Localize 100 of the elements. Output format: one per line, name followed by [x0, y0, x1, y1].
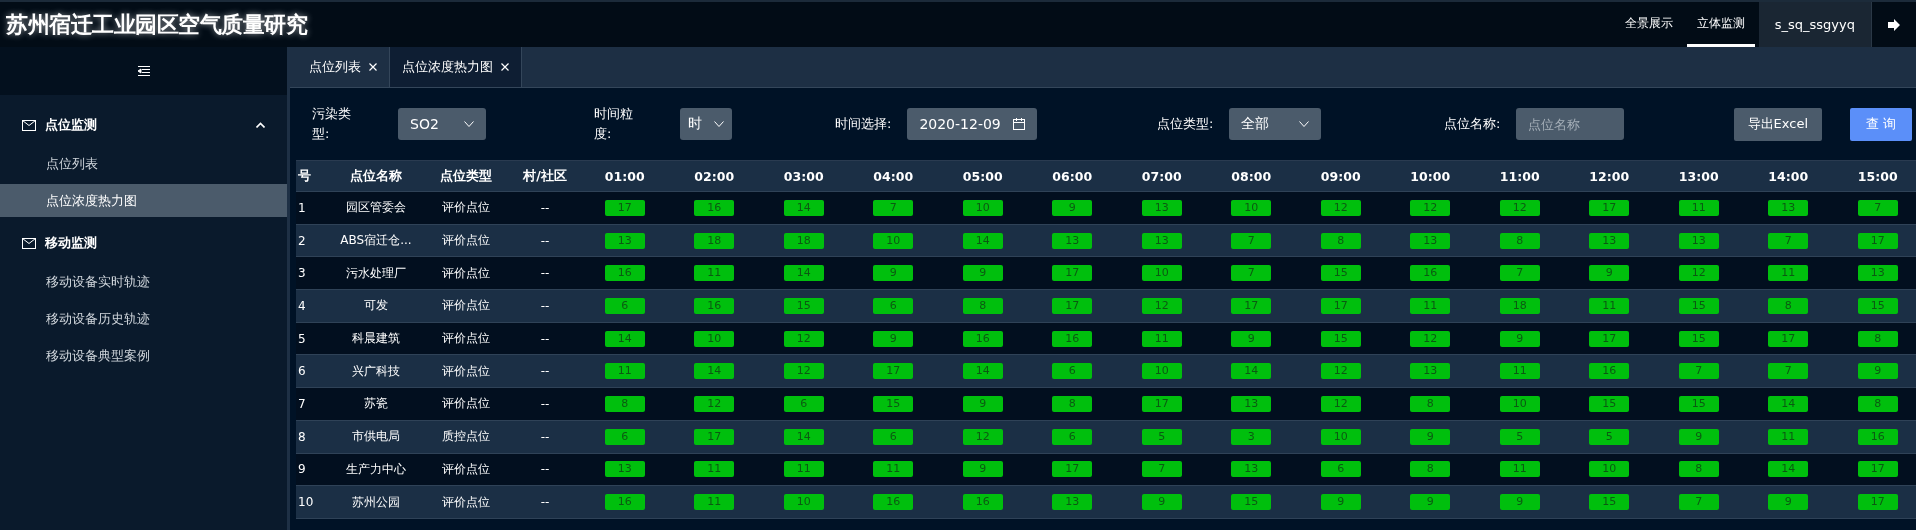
menu-group[interactable]: 点位监测 — [0, 103, 287, 147]
value-badge: 14 — [783, 428, 824, 445]
value-badge: 7 — [1231, 265, 1272, 282]
value-badge: 15 — [1678, 297, 1719, 314]
value-badge: 6 — [604, 297, 645, 314]
mail-icon — [22, 119, 36, 131]
value-badge: 13 — [1231, 395, 1272, 412]
value-badge: 15 — [1320, 330, 1361, 347]
value-badge: 12 — [962, 428, 1003, 445]
user-name[interactable]: s_sq_ssgyyq — [1758, 2, 1871, 47]
value-badge: 14 — [1231, 363, 1272, 380]
value-badge: 15 — [1320, 265, 1361, 282]
value-badge: 11 — [694, 461, 735, 478]
value-badge: 16 — [962, 494, 1003, 511]
value-badge: 17 — [1857, 494, 1898, 511]
dropdown[interactable]: 全部 — [1229, 108, 1322, 140]
value-badge: 14 — [1768, 461, 1809, 478]
value-badge: 9 — [1410, 428, 1451, 445]
value-badge: 9 — [1499, 494, 1540, 511]
table-cell-text: 评价点位 — [441, 493, 491, 511]
value-badge: 17 — [1141, 395, 1182, 412]
column-header: 点位类型 — [439, 167, 493, 185]
value-badge: 6 — [783, 395, 824, 412]
value-badge: 13 — [1768, 199, 1809, 216]
export-button[interactable]: 导出Excel — [1733, 107, 1822, 141]
value-badge: 16 — [604, 265, 645, 282]
column-header: 06:00 — [1051, 168, 1094, 184]
value-badge: 6 — [1052, 363, 1093, 380]
value-badge: 18 — [694, 232, 735, 249]
menu-group[interactable]: 移动监测 — [0, 221, 287, 265]
value-badge: 9 — [962, 395, 1003, 412]
table-cell-text: -- — [539, 495, 551, 510]
value-badge: 13 — [1141, 232, 1182, 249]
menu-item[interactable]: 点位浓度热力图 — [0, 184, 287, 217]
value-badge: 15 — [1231, 494, 1272, 511]
value-badge: 17 — [873, 363, 914, 380]
value-badge: 16 — [694, 199, 735, 216]
value-badge: 12 — [1678, 265, 1719, 282]
menu-item[interactable]: 移动设备实时轨迹 — [0, 265, 287, 298]
value-badge: 16 — [1589, 363, 1630, 380]
value-badge: 5 — [1589, 428, 1630, 445]
value-badge: 13 — [1052, 494, 1093, 511]
value-badge: 14 — [783, 265, 824, 282]
value-badge: 17 — [1857, 461, 1898, 478]
table-cell-text: -- — [539, 364, 551, 379]
field-label: 时间粒度: — [594, 105, 634, 143]
value-badge: 10 — [1141, 363, 1182, 380]
value-badge: 11 — [1768, 265, 1809, 282]
value-badge: 13 — [1410, 363, 1451, 380]
table-cell-text: 生产力中心 — [345, 460, 407, 478]
table-cell-text: 7 — [297, 396, 307, 411]
date-picker[interactable]: 2020-12-09 — [907, 108, 1038, 140]
dropdown[interactable]: SO2 — [398, 108, 486, 140]
column-header: 10:00 — [1409, 168, 1452, 184]
column-header: 04:00 — [872, 168, 915, 184]
nav-link[interactable]: 全景展示 — [1614, 2, 1683, 47]
column-header: 01:00 — [603, 168, 646, 184]
value-badge: 6 — [1320, 461, 1361, 478]
value-badge: 11 — [604, 363, 645, 380]
value-badge: 11 — [1499, 363, 1540, 380]
value-badge: 7 — [873, 199, 914, 216]
menu-item[interactable]: 点位列表 — [0, 147, 287, 180]
value-badge: 8 — [1499, 232, 1540, 249]
value-badge: 13 — [1052, 232, 1093, 249]
value-badge: 8 — [1320, 232, 1361, 249]
value-badge: 18 — [783, 232, 824, 249]
tab[interactable]: 点位浓度热力图 — [390, 47, 522, 87]
value-badge: 11 — [1410, 297, 1451, 314]
value-badge: 9 — [1678, 428, 1719, 445]
value-badge: 13 — [1141, 199, 1182, 216]
mail-icon — [22, 237, 36, 249]
value-badge: 10 — [694, 330, 735, 347]
column-header: 12:00 — [1588, 168, 1631, 184]
value-badge: 14 — [783, 199, 824, 216]
calendar-icon — [1013, 118, 1026, 130]
value-badge: 12 — [1320, 395, 1361, 412]
value-badge: 13 — [1589, 232, 1630, 249]
menu-item[interactable]: 移动设备历史轨迹 — [0, 302, 287, 335]
value-badge: 7 — [1499, 265, 1540, 282]
menu-item[interactable]: 移动设备典型案例 — [0, 339, 287, 372]
table-cell-text: -- — [539, 266, 551, 281]
table-cell-text: ABS宿迁仓... — [339, 232, 413, 250]
value-badge: 10 — [1589, 461, 1630, 478]
column-header: 号 — [297, 167, 312, 185]
table-cell-text: 园区管委会 — [345, 199, 407, 217]
close-icon — [369, 63, 377, 71]
menu-group-label: 移动监测 — [45, 234, 98, 252]
value-badge: 10 — [1320, 428, 1361, 445]
value-badge: 9 — [1320, 494, 1361, 511]
value-badge: 9 — [1857, 363, 1898, 380]
value-badge: 8 — [1052, 395, 1093, 412]
value-badge: 17 — [1052, 461, 1093, 478]
value-badge: 9 — [1499, 330, 1540, 347]
value-badge: 8 — [1410, 395, 1451, 412]
table-cell-text: -- — [539, 462, 551, 477]
table-cell-text: -- — [539, 298, 551, 313]
dropdown[interactable]: 时 — [680, 108, 732, 140]
text-input[interactable]: 点位名称 — [1516, 108, 1625, 140]
value-badge: 13 — [604, 461, 645, 478]
value-badge: 12 — [1410, 330, 1451, 347]
